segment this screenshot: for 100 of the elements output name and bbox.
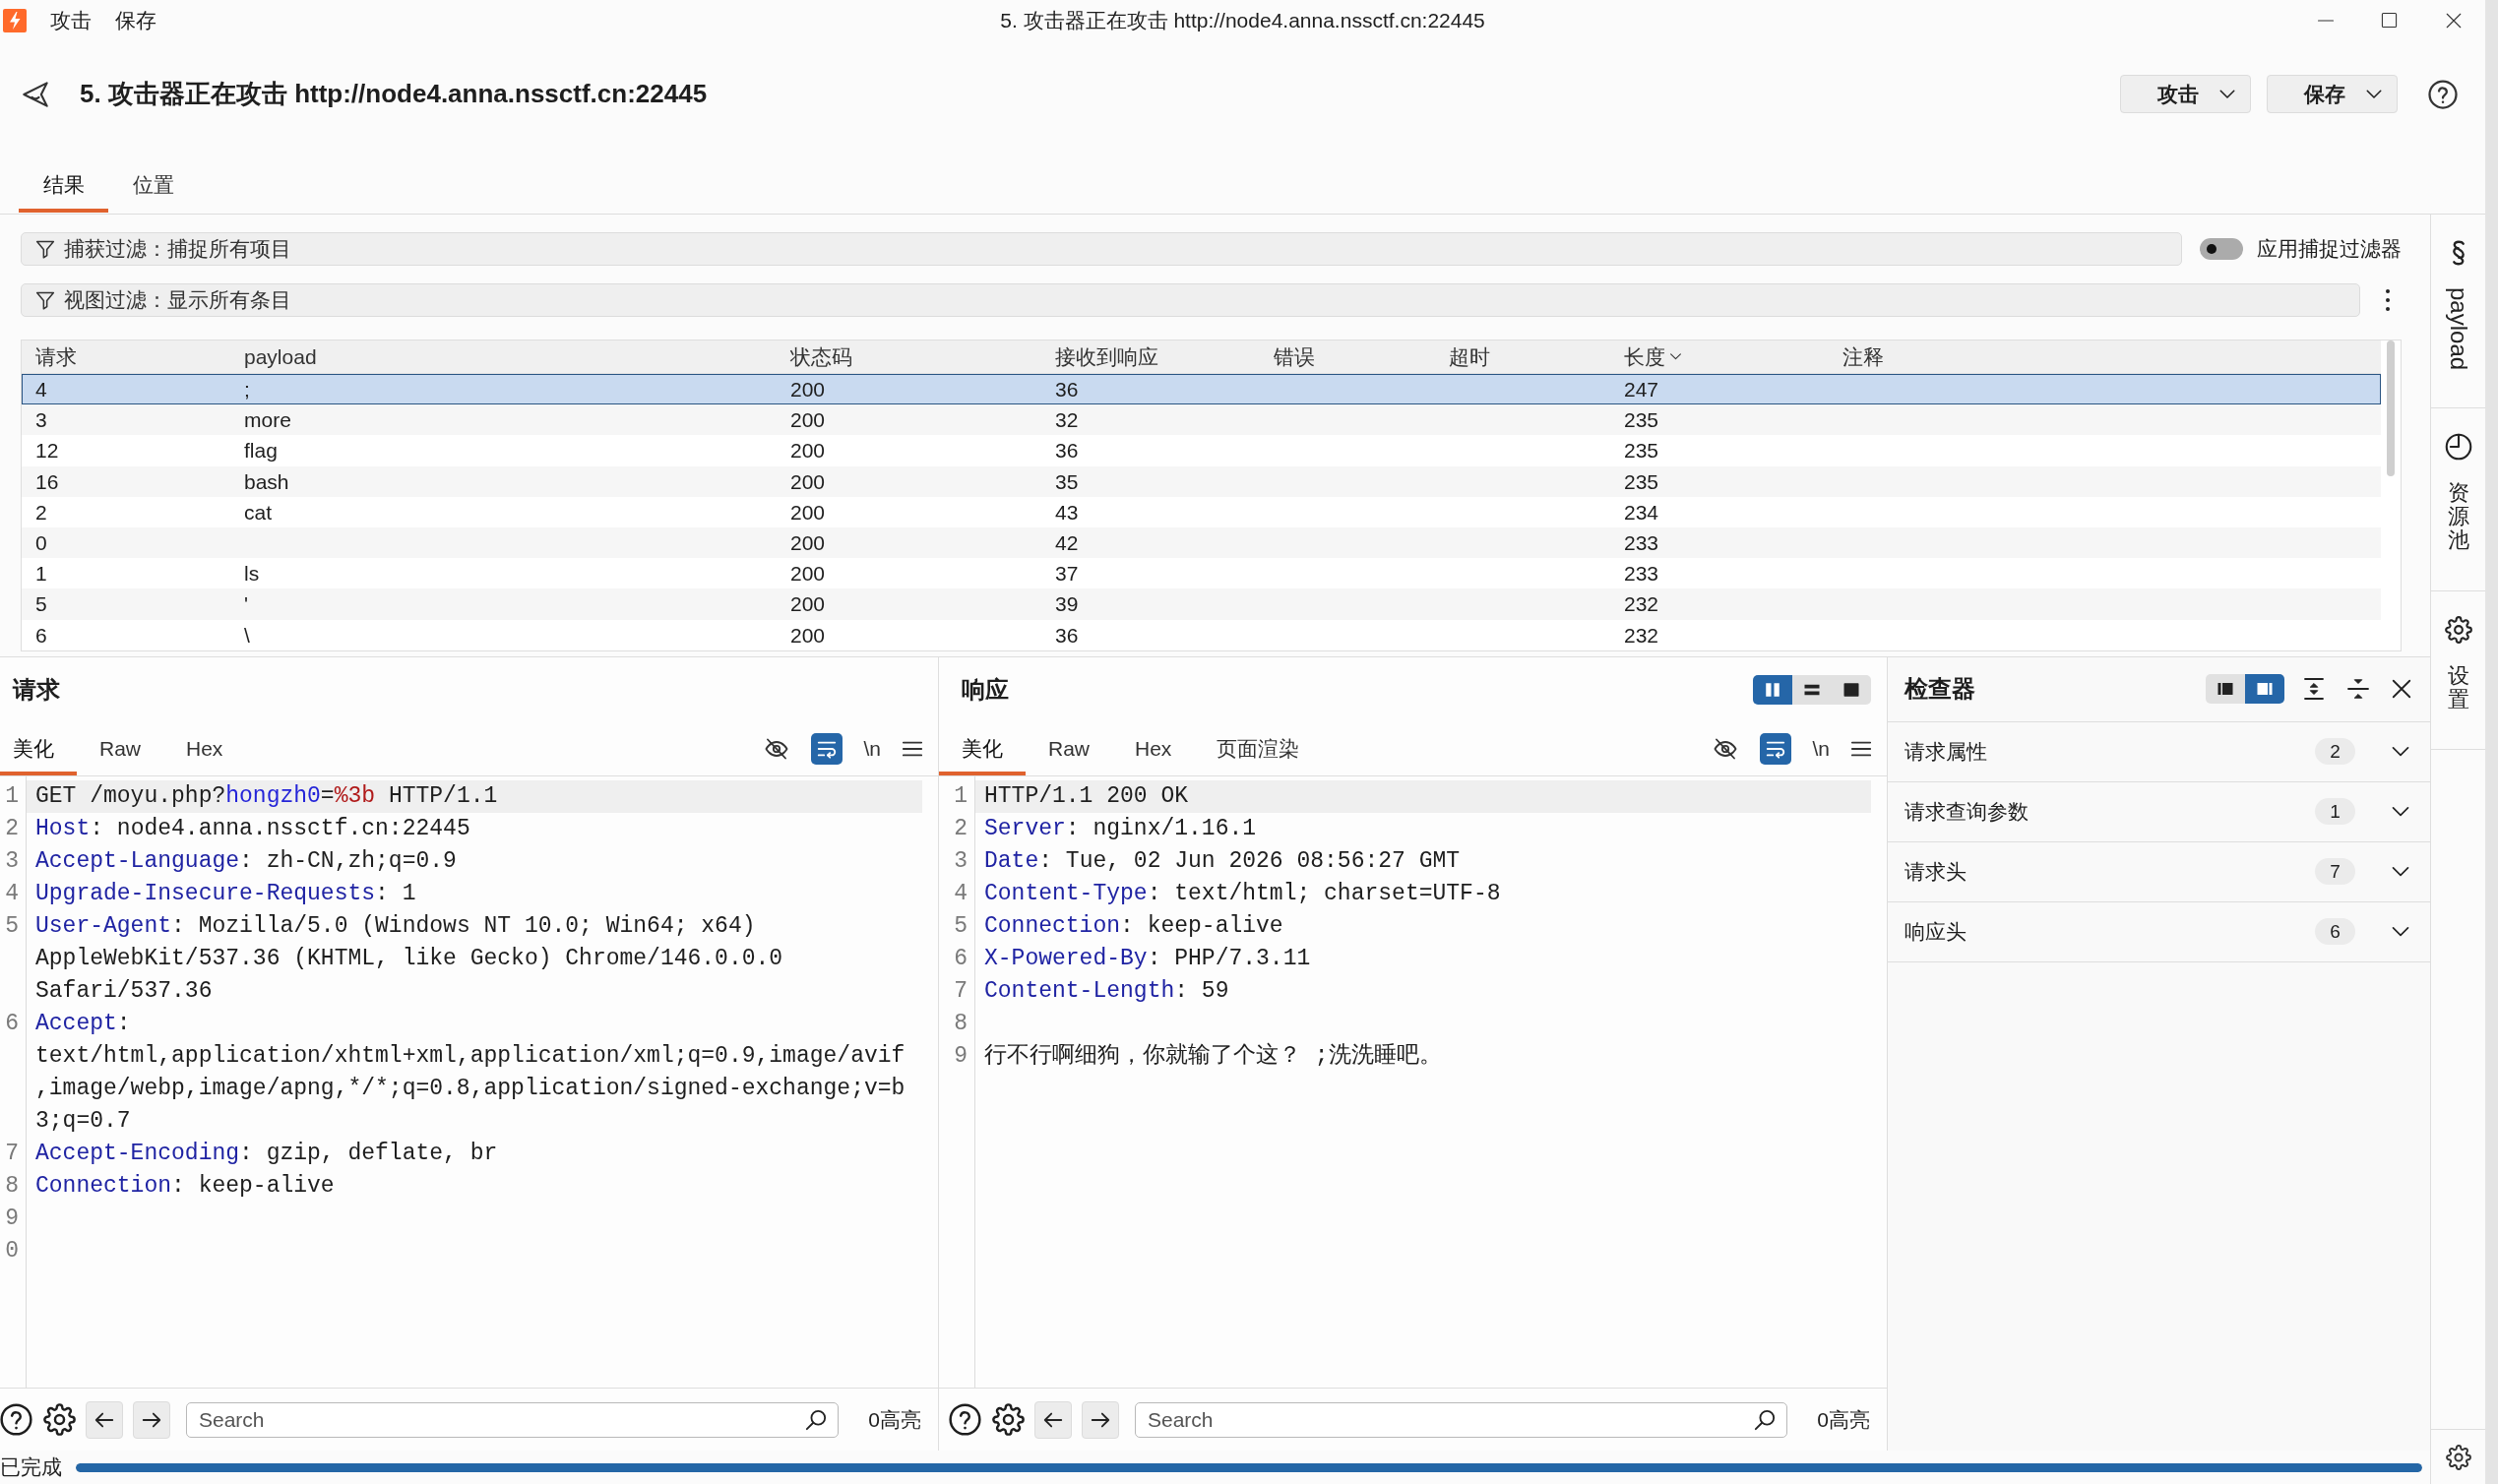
table-cell: 235	[1624, 408, 1659, 432]
line-number: 6	[5, 1010, 19, 1036]
layout-toggle[interactable]	[2245, 674, 2284, 705]
table-row[interactable]: 4 ; 200 36 247	[22, 374, 2381, 405]
newline-toggle[interactable]: \n	[861, 732, 883, 765]
table-cell: 200	[790, 530, 826, 554]
tab[interactable]: 位置	[108, 157, 198, 213]
expand-icon[interactable]	[2302, 677, 2326, 702]
newline-toggle[interactable]: \n	[1810, 732, 1832, 765]
section-label: 请求属性	[1905, 738, 1987, 765]
table-row[interactable]: 5 ' 200 39 232	[22, 588, 2381, 620]
maximize-icon[interactable]	[2381, 12, 2398, 29]
wrap-toggle[interactable]	[811, 732, 843, 765]
inspector-section[interactable]: 响应头 6	[1888, 901, 2430, 962]
settings-icon[interactable]	[992, 1403, 1025, 1436]
settings-icon[interactable]	[43, 1403, 76, 1436]
column-header[interactable]: 接收到响应	[1055, 342, 1158, 371]
highlight-count: 0高亮	[1817, 1406, 1870, 1433]
tab[interactable]: Hex	[1112, 721, 1195, 775]
column-header[interactable]: 状态码	[790, 342, 852, 371]
table-cell: ;	[244, 378, 250, 401]
back-button[interactable]	[1034, 1400, 1072, 1439]
menu-item[interactable]: 攻击	[50, 8, 92, 33]
code-line: Content-Length: 59	[983, 976, 1229, 1006]
settings-icon[interactable]	[2445, 1444, 2471, 1470]
table-cell: 200	[790, 378, 826, 401]
sidebar-label: 设置	[2447, 663, 2469, 711]
code-line: Connection: keep-alive	[34, 1171, 335, 1201]
table-cell: 37	[1055, 562, 1079, 586]
count-badge: 6	[2315, 918, 2355, 946]
dropdown-button[interactable]: 攻击	[2120, 75, 2251, 113]
table-cell: 43	[1055, 500, 1079, 524]
table-cell: 36	[1055, 439, 1079, 463]
table-cell: more	[244, 408, 291, 432]
inspector-section[interactable]: 请求属性 2	[1888, 721, 2430, 782]
column-header[interactable]: 错误	[1274, 342, 1315, 371]
inspector-section[interactable]: 请求头 7	[1888, 841, 2430, 902]
line-number: 2	[954, 815, 968, 841]
forward-button[interactable]	[133, 1400, 170, 1439]
table-cell: 35	[1055, 469, 1079, 493]
menu-item[interactable]: 保存	[115, 8, 156, 33]
tab[interactable]: Hex	[163, 721, 246, 775]
wrap-toggle[interactable]	[1760, 732, 1792, 765]
filter-text: 捕获过滤：捕捉所有项目	[64, 236, 291, 262]
tab[interactable]: 页面渲染	[1194, 721, 1323, 775]
table-cell: ls	[244, 562, 260, 586]
collapse-icon[interactable]	[2346, 677, 2370, 702]
help-icon[interactable]	[0, 1403, 32, 1436]
scrollbar-thumb[interactable]	[2387, 340, 2395, 476]
layout-toggle[interactable]	[1792, 674, 1832, 705]
paper-plane-icon	[22, 81, 49, 108]
table-cell: 235	[1624, 469, 1659, 493]
table-cell: flag	[244, 439, 278, 463]
inspector-section[interactable]: 请求查询参数 1	[1888, 781, 2430, 842]
table-cell: 200	[790, 562, 826, 586]
tab[interactable]: Raw	[1026, 721, 1112, 775]
search-field[interactable]: Search	[186, 1401, 840, 1438]
toggle-label: 应用捕捉过滤器	[2257, 236, 2402, 262]
table-row[interactable]: 16 bash 200 35 235	[22, 465, 2381, 497]
filter-text: 视图过滤：显示所有条目	[64, 287, 291, 313]
table-row[interactable]: 3 more 200 32 235	[22, 404, 2381, 436]
forward-button[interactable]	[1082, 1400, 1119, 1439]
close-icon[interactable]	[2391, 678, 2412, 701]
tab[interactable]: 结果	[19, 157, 108, 213]
table-cell: 200	[790, 439, 826, 463]
code-line: Accept-Encoding: gzip, deflate, br	[34, 1139, 498, 1168]
line-number: 5	[5, 912, 19, 939]
toggle-switch[interactable]	[2200, 238, 2243, 260]
back-button[interactable]	[86, 1400, 123, 1439]
layout-toggle[interactable]	[1832, 674, 1871, 705]
line-number: 3	[5, 847, 19, 874]
search-field[interactable]: Search	[1135, 1401, 1788, 1438]
line-number: 9	[5, 1205, 19, 1231]
eye-slash-icon	[1714, 736, 1738, 761]
help-icon[interactable]	[2428, 79, 2458, 109]
tab[interactable]: 美化	[939, 721, 1026, 775]
table-cell: 247	[1624, 378, 1659, 401]
code-line: Connection: keep-alive	[983, 911, 1283, 941]
tab[interactable]: 美化	[0, 721, 77, 775]
help-icon[interactable]	[949, 1403, 981, 1436]
table-cell: '	[244, 592, 248, 616]
close-icon[interactable]	[2444, 12, 2463, 30]
column-header[interactable]: 长度	[1624, 342, 1682, 371]
tab[interactable]: Raw	[77, 721, 163, 775]
filter-bar[interactable]: 视图过滤：显示所有条目	[21, 283, 2360, 317]
table-cell: 3	[35, 408, 47, 432]
table-row[interactable]: 0 200 42 233	[22, 526, 2381, 559]
dropdown-button[interactable]: 保存	[2267, 75, 2398, 113]
filter-bar[interactable]: 捕获过滤：捕捉所有项目	[21, 232, 2182, 266]
section-label: 请求查询参数	[1905, 798, 2029, 825]
table-cell: 12	[35, 439, 59, 463]
table-cell: 232	[1624, 623, 1659, 647]
layout-toggle[interactable]	[1753, 674, 1792, 705]
layout-toggle[interactable]	[2206, 674, 2245, 705]
column-header[interactable]: 超时	[1449, 342, 1490, 371]
column-header[interactable]: 请求	[35, 342, 77, 371]
column-header[interactable]: 注释	[1842, 342, 1884, 371]
column-header[interactable]: payload	[244, 344, 317, 369]
code-line: Accept-Language: zh-CN,zh;q=0.9	[34, 846, 457, 876]
pane-title: 检查器	[1905, 674, 1975, 705]
